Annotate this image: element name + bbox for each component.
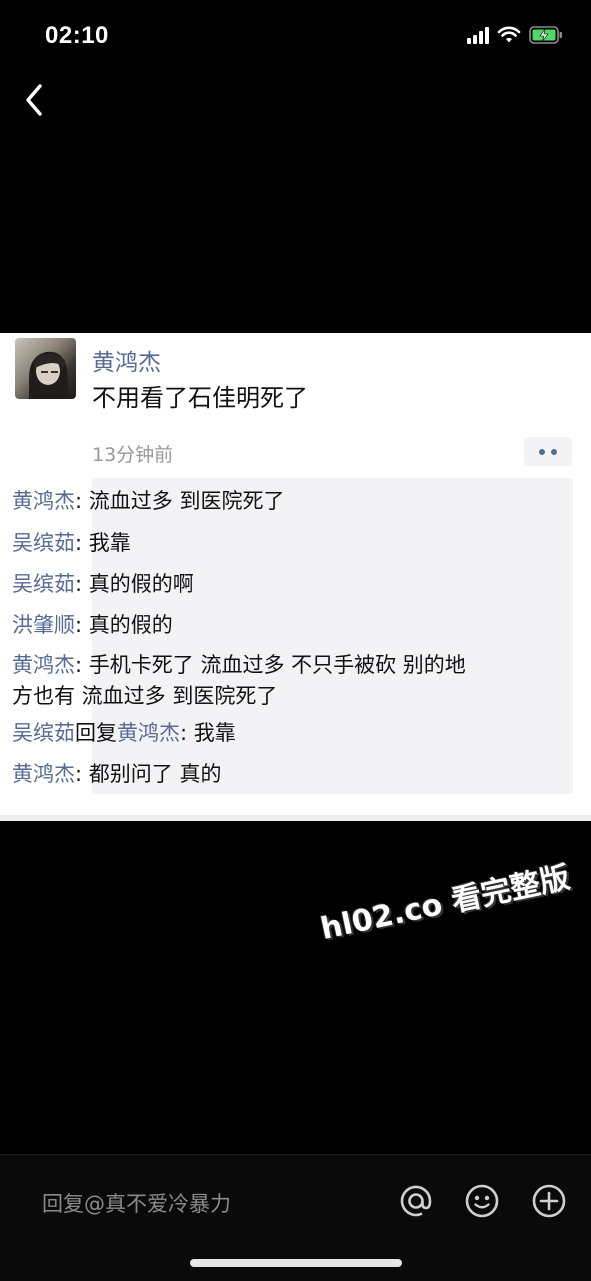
- add-button[interactable]: [531, 1183, 567, 1219]
- signal-icon: [467, 26, 489, 44]
- status-icons: [467, 26, 563, 44]
- comment-author[interactable]: 吴缤茹: [12, 572, 75, 596]
- comment-item[interactable]: 吴缤茹回复黄鸿杰: 我靠: [12, 717, 477, 749]
- emoji-button[interactable]: [464, 1183, 500, 1219]
- comment-text: 都别问了 真的: [88, 762, 222, 786]
- comment-text: 我靠: [193, 721, 236, 745]
- at-icon: [400, 1185, 432, 1217]
- wifi-icon: [497, 26, 521, 43]
- home-indicator[interactable]: [190, 1259, 402, 1267]
- plus-circle-icon: [532, 1184, 566, 1218]
- post-text: 不用看了石佳明死了: [92, 384, 308, 412]
- comment-text: 真的假的: [88, 613, 173, 637]
- post-author[interactable]: 黄鸿杰: [92, 343, 161, 377]
- reply-to-author[interactable]: 黄鸿杰: [117, 721, 180, 745]
- reply-word: 回复: [75, 721, 117, 745]
- comment-item[interactable]: 黄鸿杰: 流血过多 到医院死了: [12, 485, 477, 517]
- more-dots-icon: [539, 448, 545, 455]
- comment-author[interactable]: 黄鸿杰: [12, 489, 75, 513]
- comment-text: 真的假的啊: [88, 572, 194, 596]
- battery-charging-icon: [529, 26, 562, 44]
- emoji-icon: [465, 1184, 499, 1218]
- comment-author[interactable]: 吴缤茹: [12, 721, 75, 745]
- avatar[interactable]: [15, 338, 76, 399]
- comment-item[interactable]: 吴缤茹: 真的假的啊: [12, 568, 477, 600]
- back-button[interactable]: [20, 80, 54, 120]
- watermark-text: hl02.co 看完整版: [317, 860, 574, 948]
- comment-item[interactable]: 吴缤茹: 我靠: [12, 527, 477, 559]
- comment-author[interactable]: 黄鸿杰: [12, 762, 75, 786]
- comment-text: 流血过多 到医院死了: [88, 489, 285, 513]
- at-button[interactable]: [398, 1183, 434, 1219]
- comment-item[interactable]: 洪肇顺: 真的假的: [12, 609, 477, 641]
- reply-input[interactable]: 回复@真不爱冷暴力: [42, 1188, 231, 1218]
- comment-item[interactable]: 黄鸿杰: 手机卡死了 流血过多 不只手被砍 别的地方也有 流血过多 到医院死了: [12, 650, 477, 712]
- more-button[interactable]: [524, 437, 572, 466]
- comment-author[interactable]: 吴缤茹: [12, 531, 75, 555]
- post-time: 13分钟前: [92, 444, 174, 466]
- comment-author[interactable]: 洪肇顺: [12, 613, 75, 637]
- chevron-left-icon: [26, 84, 42, 116]
- card-divider: [0, 815, 591, 821]
- comment-text: 我靠: [88, 531, 131, 555]
- status-time: 02:10: [45, 22, 109, 49]
- comment-item[interactable]: 黄鸿杰: 都别问了 真的: [12, 758, 477, 790]
- comment-author[interactable]: 黄鸿杰: [12, 653, 75, 677]
- status-bar: 02:10: [0, 0, 591, 74]
